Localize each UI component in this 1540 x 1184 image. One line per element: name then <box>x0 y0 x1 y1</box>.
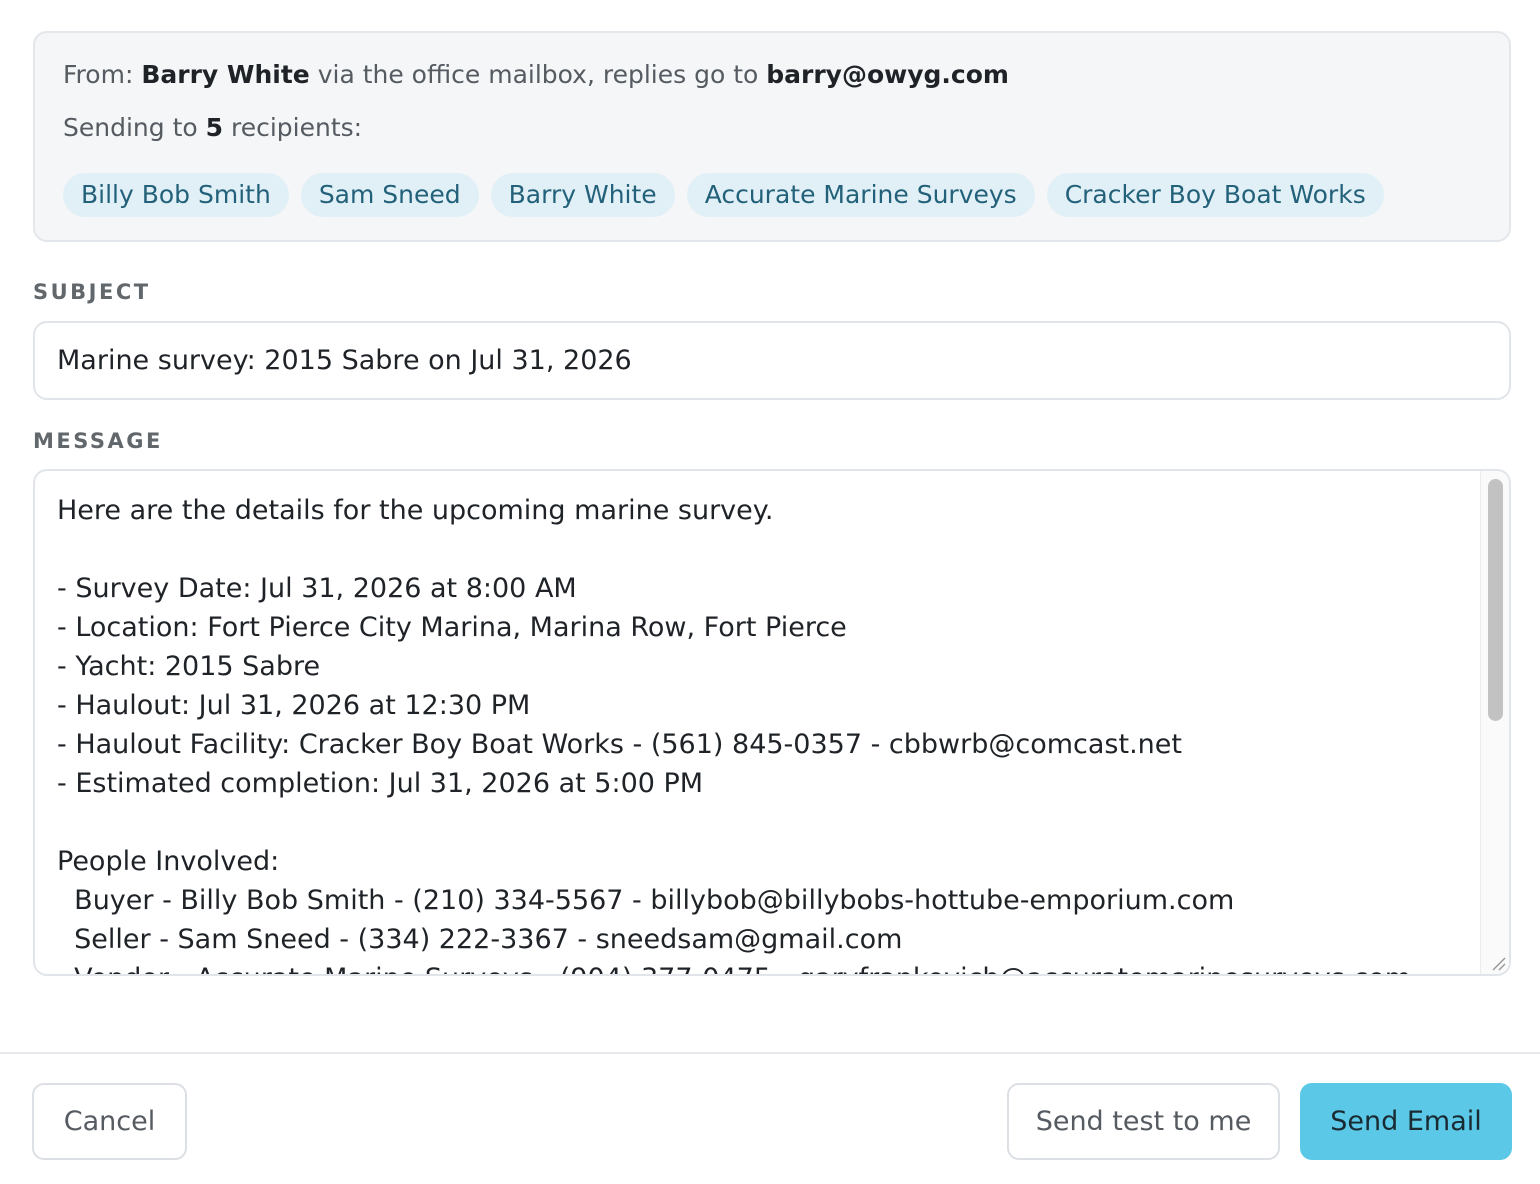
message-scrollbar[interactable] <box>1480 471 1509 974</box>
scrollbar-thumb[interactable] <box>1488 479 1503 721</box>
reply-email: barry@owyg.com <box>766 60 1009 89</box>
sender-name: Barry White <box>141 60 310 89</box>
message-textarea[interactable]: Here are the details for the upcoming ma… <box>33 469 1511 976</box>
footer-divider <box>0 1052 1540 1054</box>
from-prefix: From: <box>63 60 142 89</box>
recipient-count-line: Sending to 5 recipients: <box>63 113 362 142</box>
recipient-chip: Billy Bob Smith <box>63 173 289 217</box>
subject-label: SUBJECT <box>33 280 151 304</box>
recipient-chip-list: Billy Bob Smith Sam Sneed Barry White Ac… <box>63 173 1384 217</box>
recipient-chip: Accurate Marine Surveys <box>686 173 1035 217</box>
recipient-chip: Sam Sneed <box>300 173 479 217</box>
cancel-button[interactable]: Cancel <box>32 1083 187 1160</box>
send-email-button[interactable]: Send Email <box>1300 1083 1512 1160</box>
send-test-button[interactable]: Send test to me <box>1007 1083 1280 1160</box>
resize-handle-icon[interactable] <box>1489 954 1507 972</box>
via-text: via the office mailbox, replies go to <box>309 60 767 89</box>
subject-input[interactable] <box>33 321 1511 400</box>
sending-suffix: recipients: <box>223 113 363 142</box>
sending-prefix: Sending to <box>63 113 206 142</box>
sender-info-panel: From: Barry White via the office mailbox… <box>33 31 1511 242</box>
recipient-chip: Barry White <box>490 173 675 217</box>
recipient-count: 5 <box>205 113 224 142</box>
message-body[interactable]: Here are the details for the upcoming ma… <box>57 491 1477 974</box>
recipient-chip: Cracker Boy Boat Works <box>1046 173 1384 217</box>
from-line: From: Barry White via the office mailbox… <box>63 60 1009 89</box>
message-label: MESSAGE <box>33 429 163 453</box>
